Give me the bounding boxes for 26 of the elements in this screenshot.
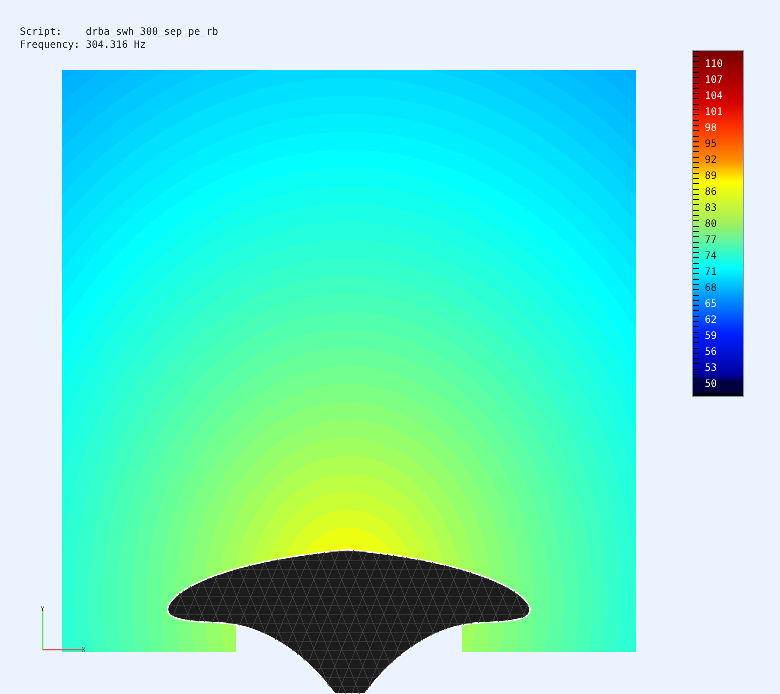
scale-value: 68 [704,282,718,296]
scale-value: 53 [704,362,718,376]
scale-value: 110 [704,58,724,72]
scale-value: 65 [704,298,718,312]
axis-triad-drawing [42,610,83,651]
scale-value: 50 [704,378,718,392]
script-name: drba_swh_300_sep_pe_rb [86,26,218,39]
scale-value: 56 [704,346,718,360]
scale-value: 71 [704,266,718,280]
scale-value: 83 [704,202,718,216]
scale-value: 80 [704,218,718,232]
scale-value: 101 [704,106,724,120]
scale-value: 59 [704,330,718,344]
scale-value: 92 [704,154,718,168]
scale-value: 77 [704,234,718,248]
scale-value: 98 [704,122,718,136]
frequency-value: 304.316 Hz [86,39,146,52]
scale-value: 104 [704,90,724,104]
frequency-label: Frequency: [20,39,82,52]
scale-value: 86 [704,186,718,200]
script-label: Script: [20,26,64,39]
scale-value: 89 [704,170,718,184]
scale-value: 74 [704,250,718,264]
scale-value: 95 [704,138,718,152]
scale-value: 107 [704,74,724,88]
scale-value: 62 [704,314,718,328]
